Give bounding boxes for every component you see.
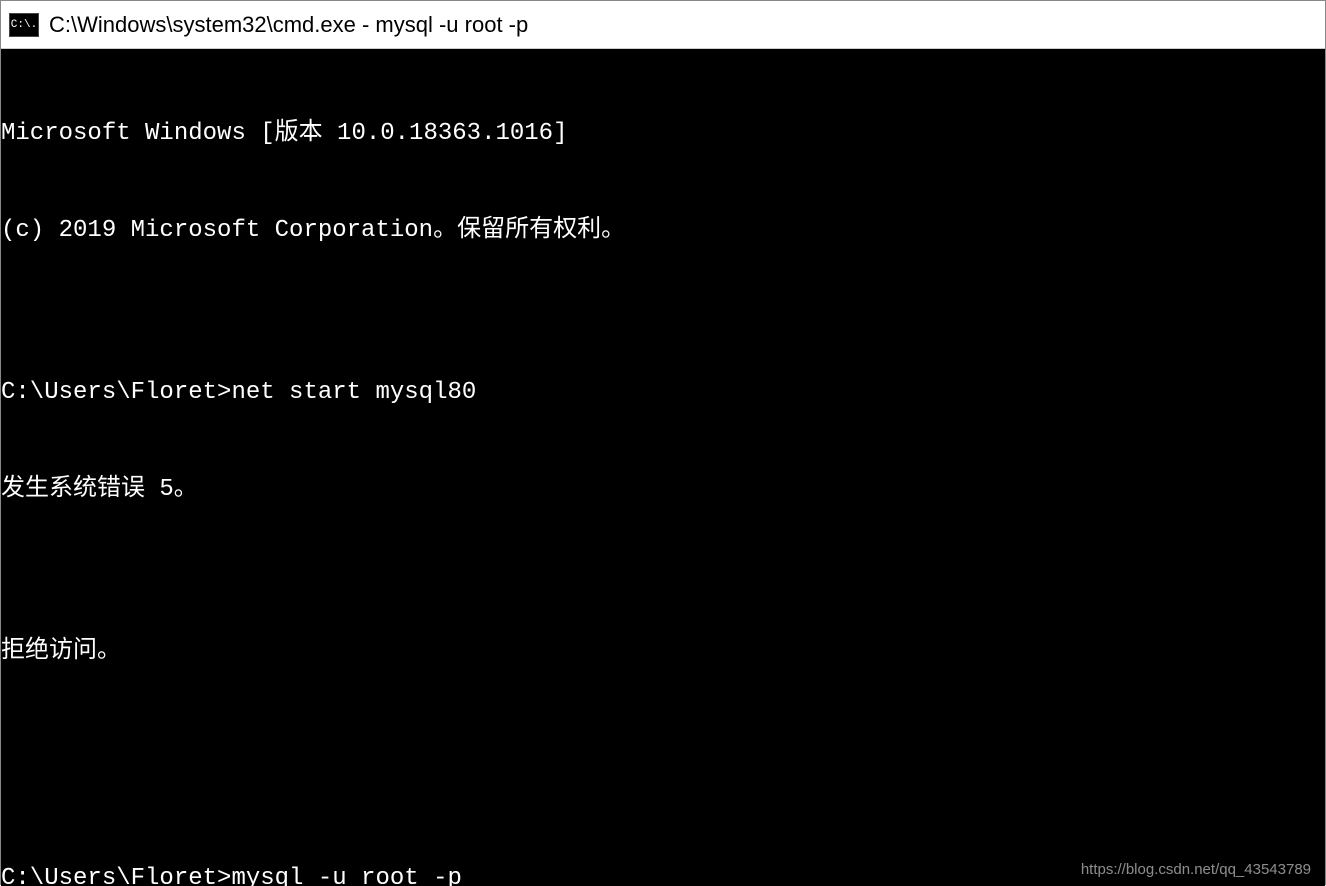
window-title-bar[interactable]: C:\. C:\Windows\system32\cmd.exe - mysql… — [1, 1, 1325, 49]
terminal-line: Microsoft Windows [版本 10.0.18363.1016] — [1, 118, 1325, 150]
terminal-line: (c) 2019 Microsoft Corporation。保留所有权利。 — [1, 215, 1325, 247]
window-title: C:\Windows\system32\cmd.exe - mysql -u r… — [49, 12, 528, 38]
terminal-line: 拒绝访问。 — [1, 636, 1325, 668]
terminal-output[interactable]: Microsoft Windows [版本 10.0.18363.1016] (… — [1, 49, 1325, 886]
terminal-line: C:\Users\Floret>net start mysql80 — [1, 377, 1325, 409]
terminal-line: 发生系统错误 5。 — [1, 474, 1325, 506]
watermark-text: https://blog.csdn.net/qq_43543789 — [1081, 860, 1311, 880]
cmd-icon: C:\. — [9, 13, 39, 37]
